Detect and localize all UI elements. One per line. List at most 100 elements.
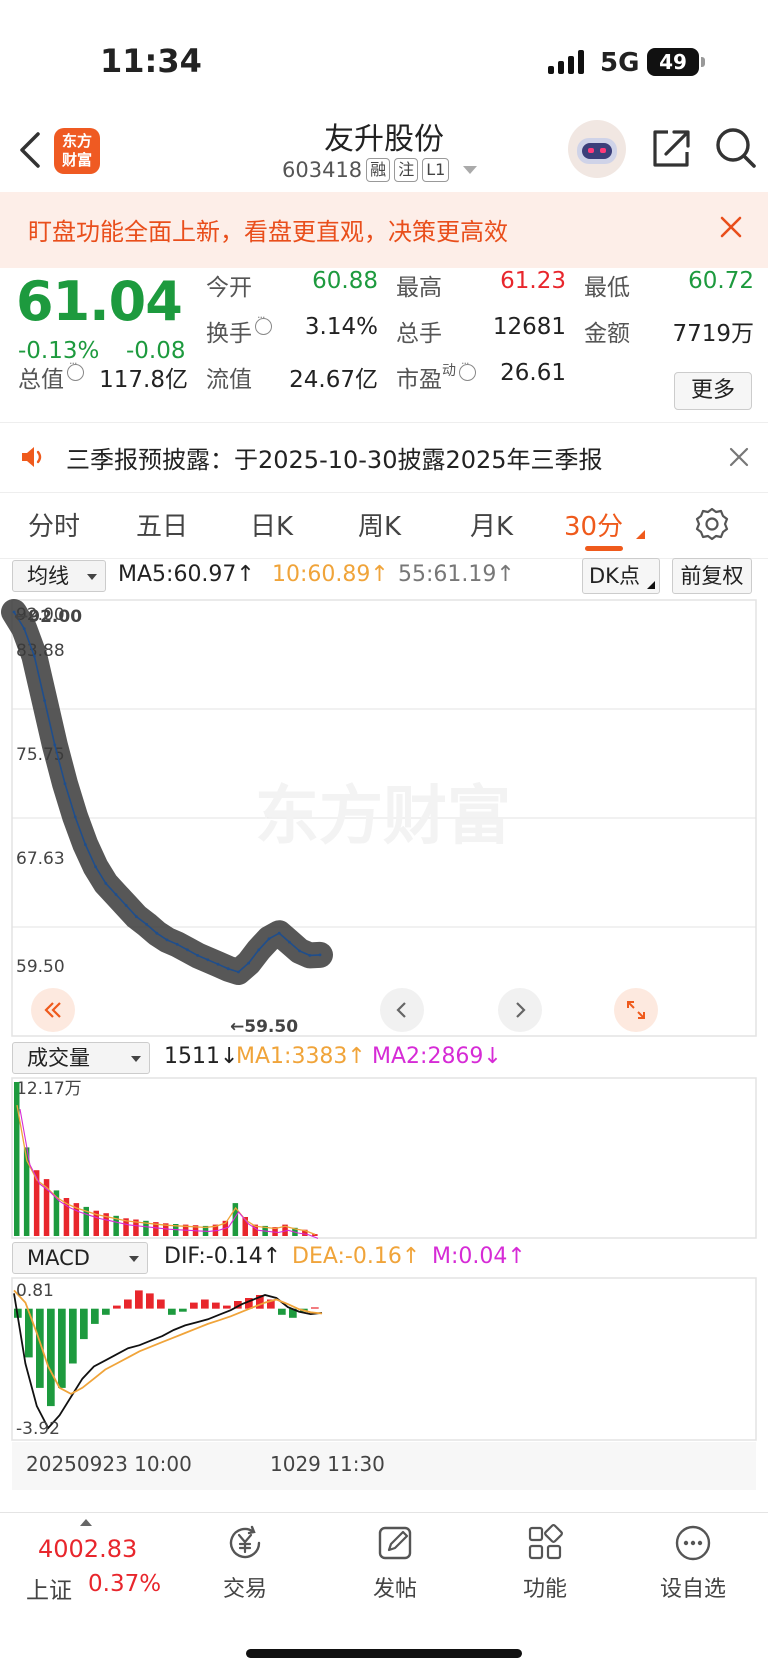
price-point xyxy=(104,882,108,885)
speaker-icon xyxy=(22,447,42,467)
macd-bar xyxy=(102,1308,110,1315)
price-point xyxy=(308,954,312,957)
close-icon[interactable] xyxy=(716,212,746,242)
fullscreen-button[interactable] xyxy=(614,988,658,1032)
pe-value: 26.61 xyxy=(500,360,566,386)
close-icon[interactable] xyxy=(728,446,750,468)
notice-text: 三季报预披露：于2025-10-30披露2025年三季报 xyxy=(66,446,603,474)
volume-value: 12681 xyxy=(492,314,566,340)
price-point xyxy=(94,865,97,869)
tab-daily-k[interactable]: 日K xyxy=(250,506,293,543)
pe-label[interactable]: 市盈动 xyxy=(396,357,476,394)
info-icon xyxy=(67,357,84,381)
macd-selector[interactable]: MACD xyxy=(12,1242,148,1274)
more-dots-icon xyxy=(675,1525,711,1561)
functions-button[interactable]: 功能 xyxy=(490,1523,600,1603)
macd-bar xyxy=(168,1308,176,1315)
mktcap-label-text: 总值 xyxy=(18,367,64,393)
caret-up-icon xyxy=(80,1519,92,1526)
price-point xyxy=(165,938,169,942)
price-point xyxy=(226,967,230,971)
share-icon[interactable] xyxy=(650,128,692,170)
scroll-right-button[interactable] xyxy=(498,988,542,1032)
status-time: 11:34 xyxy=(100,42,202,80)
open-value: 60.88 xyxy=(312,268,378,294)
macd-bar xyxy=(223,1305,231,1309)
battery-icon: 49 xyxy=(647,48,705,76)
price-point xyxy=(216,962,220,966)
feature-banner[interactable]: 盯盘功能全面上新，看盘更直观，决策更高效 xyxy=(0,192,768,268)
macd-bar xyxy=(91,1308,99,1324)
turnover-label[interactable]: 换手 xyxy=(206,311,272,348)
price-point xyxy=(318,953,322,957)
volume-indicator-row: 成交量 1511↓ MA1:3383↑ MA2:2869↓ xyxy=(0,1040,768,1078)
ma5-value: MA5:60.97↑ xyxy=(118,562,255,587)
index-name[interactable]: 上证 xyxy=(26,1571,72,1605)
price-point xyxy=(63,782,67,786)
price-point xyxy=(43,699,46,702)
float-value: 24.67亿 xyxy=(289,367,378,393)
tab-intraday[interactable]: 分时 xyxy=(28,506,80,543)
macd-chart[interactable]: 0.81 -3.92 xyxy=(0,1276,768,1442)
index-value[interactable]: 4002.83 xyxy=(38,1535,137,1563)
volume-value: 1511↓ xyxy=(164,1044,239,1069)
tab-monthly-k[interactable]: 月K xyxy=(470,506,513,543)
macd-dif: DIF:-0.14↑ xyxy=(164,1244,282,1269)
tab-30min[interactable]: 30分 xyxy=(564,506,623,543)
price-point xyxy=(175,942,179,946)
adjust-button[interactable]: 前复权 xyxy=(672,558,752,594)
earnings-notice[interactable]: 三季报预披露：于2025-10-30披露2025年三季报 xyxy=(0,422,768,492)
time-axis-start: 20250923 10:00 xyxy=(26,1452,192,1476)
more-button[interactable]: 更多 xyxy=(674,372,752,410)
stock-code: 603418 xyxy=(282,158,363,182)
macd-bar xyxy=(47,1308,55,1407)
add-watchlist-label: 设自选 xyxy=(659,1577,726,1602)
ma55-value: 55:61.19↑ xyxy=(398,562,515,587)
stock-code-row[interactable]: 603418 融 注 L1 xyxy=(282,158,478,182)
price-point xyxy=(53,743,57,747)
macd-bar xyxy=(201,1299,209,1309)
fast-back-button[interactable] xyxy=(31,988,75,1032)
ai-assistant-robot-icon[interactable] xyxy=(568,120,626,178)
price-point xyxy=(237,970,240,974)
volume-bar xyxy=(14,1082,20,1236)
high-label: 最高 xyxy=(396,275,442,301)
post-button[interactable]: 发帖 xyxy=(340,1523,450,1603)
macd-indicator-row: MACD DIF:-0.14↑ DEA:-0.16↑ M:0.04↑ xyxy=(0,1240,768,1278)
price-chart[interactable]: 东方财富 92.0083.8875.7567.6359.50 ←92.00 ←5… xyxy=(0,598,768,1040)
price-point xyxy=(135,915,138,918)
gear-icon[interactable] xyxy=(694,506,730,542)
chevron-left-icon xyxy=(396,1002,406,1018)
macd-bar xyxy=(278,1308,286,1315)
ma-selector[interactable]: 均线 xyxy=(12,560,106,592)
tab-five-day[interactable]: 五日 xyxy=(136,506,188,543)
price-point xyxy=(206,958,210,962)
current-price: 61.04 xyxy=(16,270,183,333)
index-percent[interactable]: 0.37% xyxy=(88,1571,161,1597)
info-icon xyxy=(255,311,272,335)
y-tick-label: 59.50 xyxy=(16,957,65,977)
trade-button[interactable]: 交易 xyxy=(190,1523,300,1603)
status-bar: 11:34 5G 49 xyxy=(0,0,768,110)
time-axis-end: 1029 11:30 xyxy=(270,1452,385,1476)
trade-label: 交易 xyxy=(222,1577,267,1602)
volume-chart[interactable]: 12.17万 xyxy=(0,1076,768,1240)
macd-bar xyxy=(25,1308,33,1358)
volume-ma2: MA2:2869↓ xyxy=(372,1044,502,1069)
price-point xyxy=(196,954,200,957)
search-icon[interactable] xyxy=(714,126,758,170)
volume-selector[interactable]: 成交量 xyxy=(12,1042,150,1074)
high-marker: ←92.00 xyxy=(14,607,82,627)
time-axis: 20250923 10:00 1029 11:30 xyxy=(12,1442,756,1490)
volume-label: 总手 xyxy=(396,321,442,347)
tab-weekly-k[interactable]: 周K xyxy=(358,506,401,543)
add-watchlist-button[interactable]: 设自选 xyxy=(638,1523,748,1603)
macd-bar xyxy=(190,1302,198,1309)
volume-max-label: 12.17万 xyxy=(16,1079,82,1099)
dk-point-button[interactable]: DK点 xyxy=(582,558,660,594)
tab-dropdown-corner-icon xyxy=(636,530,645,539)
price-point xyxy=(288,940,291,944)
price-point xyxy=(114,893,118,896)
scroll-left-button[interactable] xyxy=(380,988,424,1032)
mktcap-label[interactable]: 总值 xyxy=(18,357,84,394)
